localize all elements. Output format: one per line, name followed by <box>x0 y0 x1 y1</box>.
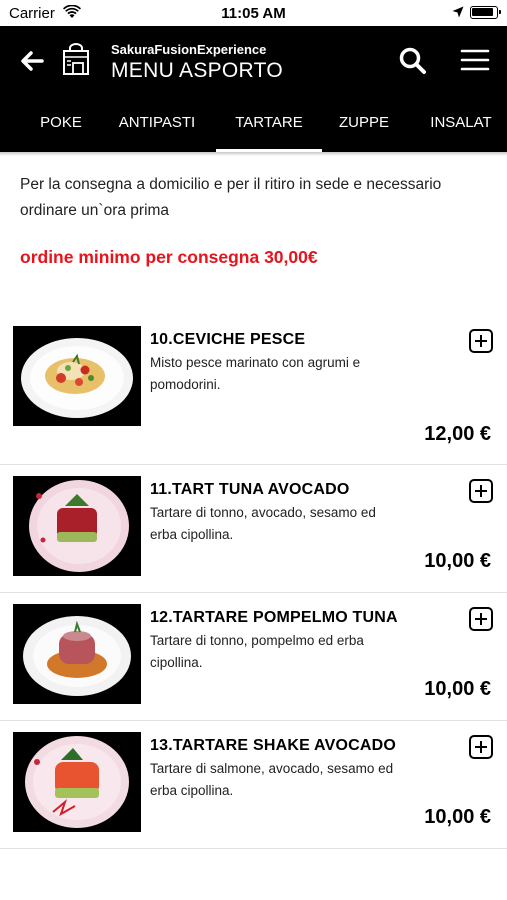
tuna-grapefruit-tartare-dish-image <box>23 616 131 696</box>
product-description: Tartare di tonno, avocado, sesamo ed erb… <box>150 505 376 542</box>
status-bar: Carrier 11:05 AM <box>0 0 507 26</box>
product-item[interactable]: 12.TARTARE POMPELMO TUNA Tartare di tonn… <box>0 593 507 721</box>
tab-antipasti[interactable]: ANTIPASTI <box>118 101 196 152</box>
product-price: 10,00 € <box>424 550 491 572</box>
page-title: MENU ASPORTO <box>111 59 284 82</box>
product-name: 10.CEVICHE PESCE <box>150 331 306 348</box>
salmon-avocado-tartare-dish-image <box>25 736 129 828</box>
product-image <box>13 326 141 426</box>
add-square-icon[interactable] <box>468 478 494 504</box>
product-item[interactable]: 10.CEVICHE PESCE Misto pesce marinato co… <box>0 313 507 465</box>
add-square-icon[interactable] <box>468 734 494 760</box>
location-arrow-icon <box>452 6 464 18</box>
product-name: 13.TARTARE SHAKE AVOCADO <box>150 737 397 754</box>
delivery-info-text: Per la consegna a domicilio e per il rit… <box>20 176 442 219</box>
product-image <box>13 732 141 832</box>
tuna-avocado-tartare-dish-image <box>29 480 129 572</box>
add-square-icon[interactable] <box>468 606 494 632</box>
product-item[interactable]: 13.TARTARE SHAKE AVOCADO Tartare di salm… <box>0 721 507 849</box>
tab-zuppe[interactable]: ZUPPE <box>336 101 392 152</box>
tab-tartare[interactable]: TARTARE <box>216 101 322 152</box>
hamburger-menu-icon[interactable] <box>460 46 490 74</box>
restaurant-name: SakuraFusionExperience <box>111 42 267 57</box>
ceviche-dish-image <box>21 338 133 418</box>
product-description: Tartare di tonno, pompelmo ed erba cipol… <box>150 633 364 670</box>
status-time: 11:05 AM <box>221 5 286 22</box>
battery-icon <box>470 6 501 19</box>
product-item[interactable]: 11.TART TUNA AVOCADO Tartare di tonno, a… <box>0 465 507 593</box>
minimum-order-notice: ordine minimo per consegna 30,00€ <box>20 247 318 267</box>
search-icon[interactable] <box>398 46 428 76</box>
category-tabs: POKE ANTIPASTI TARTARE ZUPPE INSALAT <box>0 101 507 152</box>
product-description: Tartare di salmone, avocado, sesamo ed e… <box>150 761 394 798</box>
app-header: SakuraFusionExperience MENU ASPORTO <box>0 26 507 101</box>
product-price: 10,00 € <box>424 678 491 700</box>
shopping-bag-icon <box>63 43 89 75</box>
tab-poke[interactable]: POKE <box>40 101 82 152</box>
product-name: 12.TARTARE POMPELMO TUNA <box>150 609 398 626</box>
tab-insalate[interactable]: INSALAT <box>426 101 496 152</box>
product-name: 11.TART TUNA AVOCADO <box>150 481 350 498</box>
product-image <box>13 476 141 576</box>
add-square-icon[interactable] <box>468 328 494 354</box>
product-image <box>13 604 141 704</box>
product-price: 10,00 € <box>424 806 491 828</box>
tabs-shadow <box>0 152 507 156</box>
product-price: 12,00 € <box>424 423 491 445</box>
product-description: Misto pesce marinato con agrumi e pomodo… <box>150 355 361 392</box>
back-arrow-icon[interactable] <box>18 47 46 75</box>
